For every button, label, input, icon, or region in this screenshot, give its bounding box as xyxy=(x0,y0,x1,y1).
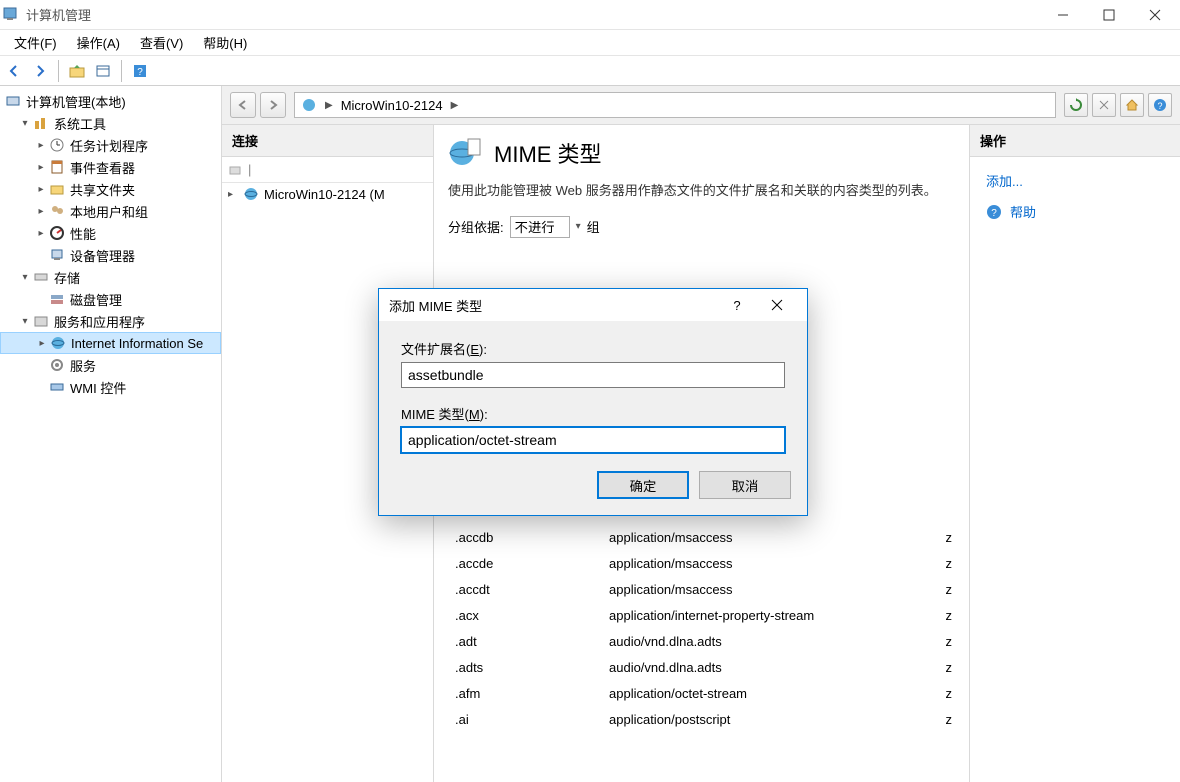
tree-disk-mgmt[interactable]: 磁盘管理 xyxy=(0,288,221,310)
mime-description: 使用此功能管理被 Web 服务器用作静态文件的文件扩展名和关联的内容类型的列表。 xyxy=(448,181,955,202)
groupby-select[interactable] xyxy=(510,216,570,238)
address-bar-area: ▶ MicroWin10-2124 ▶ ? xyxy=(222,86,1180,125)
ext-label: 文件扩展名(E): xyxy=(401,339,785,358)
minimize-button[interactable] xyxy=(1040,0,1086,30)
tree-shared-folders[interactable]: ▸共享文件夹 xyxy=(0,178,221,200)
nav-forward-button[interactable] xyxy=(260,92,286,118)
add-mime-dialog: 添加 MIME 类型 ? 文件扩展名(E): MIME 类型(M): 确定 取消 xyxy=(378,288,808,516)
mime-row[interactable]: .adtaudio/vnd.dlna.adtsz xyxy=(449,629,954,655)
conn-server-node[interactable]: ▸ MicroWin10-2124 (M xyxy=(222,183,433,205)
help-icon: ? xyxy=(986,204,1002,220)
mime-row[interactable]: .accdeapplication/msaccessz xyxy=(449,551,954,577)
ext-input[interactable] xyxy=(401,362,785,388)
back-icon[interactable] xyxy=(2,59,26,83)
svg-text:?: ? xyxy=(991,208,997,219)
chevron-icon: ▶ xyxy=(451,100,459,111)
tree-task-scheduler[interactable]: ▸任务计划程序 xyxy=(0,134,221,156)
refresh-button[interactable] xyxy=(1064,93,1088,117)
nav-back-button[interactable] xyxy=(230,92,256,118)
menu-action[interactable]: 操作(A) xyxy=(67,29,130,56)
mime-list[interactable]: .accdbapplication/msaccessz.accdeapplica… xyxy=(448,524,955,734)
connections-header: 连接 xyxy=(222,125,433,157)
chevron-icon: ▶ xyxy=(325,100,333,111)
window-title: 计算机管理 xyxy=(26,5,1040,24)
tree-wmi[interactable]: WMI 控件 xyxy=(0,376,221,398)
mime-row[interactable]: .afmapplication/octet-streamz xyxy=(449,681,954,707)
dialog-help-button[interactable]: ? xyxy=(717,290,757,320)
tree-iis[interactable]: ▸Internet Information Se xyxy=(0,332,221,354)
app-icon xyxy=(2,6,20,24)
properties-icon[interactable] xyxy=(91,59,115,83)
mmc-tree: 计算机管理(本地) ▾ 系统工具 ▸任务计划程序 ▸事件查看器 ▸共享文件夹 ▸… xyxy=(0,86,222,782)
mime-row[interactable]: .accdtapplication/msaccessz xyxy=(449,577,954,603)
menu-file[interactable]: 文件(F) xyxy=(4,29,67,56)
tree-root[interactable]: 计算机管理(本地) xyxy=(0,90,221,112)
groupby-suffix: 组 xyxy=(587,217,600,236)
svg-text:?: ? xyxy=(1157,101,1162,111)
mime-row[interactable]: .accdbapplication/msaccessz xyxy=(449,525,954,551)
dialog-title: 添加 MIME 类型 xyxy=(389,296,717,315)
tree-system-tools[interactable]: ▾ 系统工具 xyxy=(0,112,221,134)
actions-panel: 操作 添加... ? 帮助 xyxy=(970,125,1180,782)
tree-services-apps[interactable]: ▾服务和应用程序 xyxy=(0,310,221,332)
maximize-button[interactable] xyxy=(1086,0,1132,30)
help-icon[interactable]: ? xyxy=(128,59,152,83)
tree-event-viewer[interactable]: ▸事件查看器 xyxy=(0,156,221,178)
tree-services-item[interactable]: 服务 xyxy=(0,354,221,376)
connect-icon[interactable] xyxy=(228,163,242,177)
home-button[interactable] xyxy=(1120,93,1144,117)
action-add[interactable]: 添加... xyxy=(982,165,1168,196)
address-bar[interactable]: ▶ MicroWin10-2124 ▶ xyxy=(294,92,1056,118)
ok-button[interactable]: 确定 xyxy=(597,471,689,499)
stop-button[interactable] xyxy=(1092,93,1116,117)
menu-help[interactable]: 帮助(H) xyxy=(193,29,257,56)
tree-device-manager[interactable]: 设备管理器 xyxy=(0,244,221,266)
up-folder-icon[interactable] xyxy=(65,59,89,83)
tree-performance[interactable]: ▸性能 xyxy=(0,222,221,244)
svg-text:?: ? xyxy=(137,67,143,78)
toolbar: ? xyxy=(0,56,1180,86)
menu-view[interactable]: 查看(V) xyxy=(130,29,193,56)
menubar: 文件(F) 操作(A) 查看(V) 帮助(H) xyxy=(0,30,1180,56)
help-button2[interactable]: ? xyxy=(1148,93,1172,117)
tree-storage[interactable]: ▾存储 xyxy=(0,266,221,288)
server-icon xyxy=(301,97,317,113)
tree-local-users[interactable]: ▸本地用户和组 xyxy=(0,200,221,222)
groupby-label: 分组依据: xyxy=(448,217,504,236)
mime-title: MIME 类型 xyxy=(494,137,602,169)
cancel-button[interactable]: 取消 xyxy=(699,471,791,499)
action-help[interactable]: ? 帮助 xyxy=(982,196,1168,227)
close-button[interactable] xyxy=(1132,0,1178,30)
mime-row[interactable]: .aiapplication/postscriptz xyxy=(449,707,954,733)
actions-header: 操作 xyxy=(970,125,1180,157)
mime-label: MIME 类型(M): xyxy=(401,404,785,423)
mime-row[interactable]: .adtsaudio/vnd.dlna.adtsz xyxy=(449,655,954,681)
address-host: MicroWin10-2124 xyxy=(341,98,443,113)
group-by-row: 分组依据: ▾ 组 xyxy=(448,216,955,238)
mime-row[interactable]: .acxapplication/internet-property-stream… xyxy=(449,603,954,629)
forward-icon[interactable] xyxy=(28,59,52,83)
window-titlebar: 计算机管理 xyxy=(0,0,1180,30)
dialog-close-button[interactable] xyxy=(757,290,797,320)
mime-big-icon xyxy=(448,135,484,171)
mime-input[interactable] xyxy=(401,427,785,453)
